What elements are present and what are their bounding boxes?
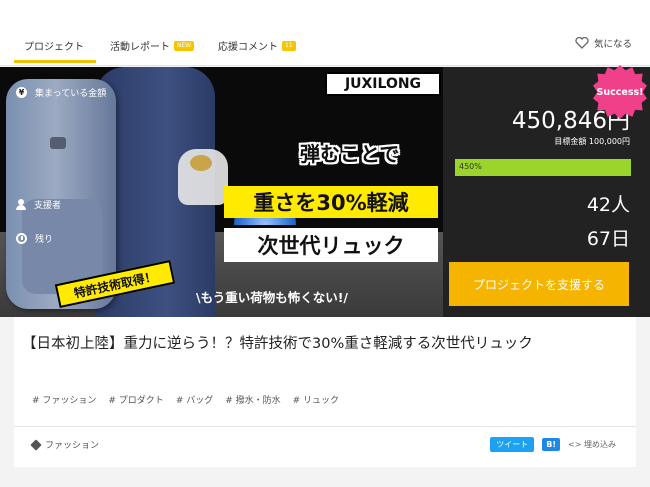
new-badge: NEW	[174, 40, 195, 51]
favorite-button[interactable]: 気になる	[575, 36, 632, 50]
category-link[interactable]: ファッション	[30, 438, 100, 451]
supporters-label: 支援者	[16, 198, 61, 211]
remaining-label: 残り	[16, 232, 53, 245]
raised-label-text: 集まっている金額	[35, 89, 107, 99]
hatena-bookmark-button[interactable]: B!	[542, 438, 561, 451]
yen-icon: ¥	[16, 87, 27, 98]
bag-logo	[50, 137, 66, 149]
remaining-label-text: 残り	[35, 235, 54, 245]
hero-headline-highlight: 重さを30%軽減	[224, 186, 438, 218]
share-bar: ツイート B! <> 埋め込み	[490, 437, 616, 452]
brand-logo: JUXILONG	[325, 72, 441, 96]
progress-text: 450%	[459, 162, 482, 171]
supporters-value: 42人	[586, 194, 630, 216]
funding-progress-bar: 450%	[455, 159, 631, 176]
embed-label: 埋め込み	[584, 440, 616, 449]
hero-headline: 弾むことで	[300, 142, 400, 166]
project-page: プロジェクト 活動レポート NEW 応援コメント 11 気になる JUXILON…	[0, 0, 650, 487]
tab-label: 応援コメント	[218, 42, 278, 53]
supporters-label-text: 支援者	[34, 201, 62, 211]
tab-activity-report[interactable]: 活動レポート NEW	[110, 38, 195, 53]
hero-tagline: \もう重い荷物も怖くない!/	[196, 290, 348, 305]
hero-product-name: 次世代リュック	[224, 228, 438, 262]
support-project-button[interactable]: プロジェクトを支援する	[449, 262, 629, 306]
favorite-label: 気になる	[593, 39, 632, 50]
tag-link[interactable]: # 撥水・防水	[225, 393, 280, 406]
embed-button[interactable]: <> 埋め込み	[568, 439, 616, 450]
tag-link[interactable]: # バッグ	[176, 393, 213, 406]
tag-list: # ファッション # プロダクト # バッグ # 撥水・防水 # リュック	[32, 393, 339, 406]
tab-comments[interactable]: 応援コメント 11	[218, 38, 296, 53]
tweet-button[interactable]: ツイート	[490, 437, 535, 452]
tab-project[interactable]: プロジェクト	[24, 38, 84, 53]
heart-outline-icon	[575, 37, 589, 49]
divider	[14, 426, 636, 427]
tab-label: 活動レポート	[110, 42, 170, 53]
tab-bar: プロジェクト 活動レポート NEW 応援コメント 11 気になる	[0, 0, 650, 66]
category-label: ファッション	[45, 441, 100, 451]
tag-link[interactable]: # ファッション	[32, 393, 96, 406]
raised-label: ¥ 集まっている金額	[16, 86, 106, 99]
tag-link[interactable]: # プロダクト	[108, 393, 163, 406]
clock-icon	[16, 233, 27, 244]
goal-amount: 目標金額 100,000円	[554, 137, 630, 146]
active-tab-indicator	[14, 60, 96, 63]
person-icon	[16, 199, 26, 210]
tab-label: プロジェクト	[24, 42, 84, 53]
astronaut-visor	[190, 155, 212, 171]
comment-count-badge: 11	[282, 40, 296, 51]
tag-icon	[30, 438, 42, 451]
project-title: 【日本初上陸】重力に逆らう！？特許技術で30%重さ軽減する次世代リュック	[22, 336, 533, 352]
remaining-value: 67日	[586, 228, 630, 250]
tag-link[interactable]: # リュック	[293, 393, 339, 406]
